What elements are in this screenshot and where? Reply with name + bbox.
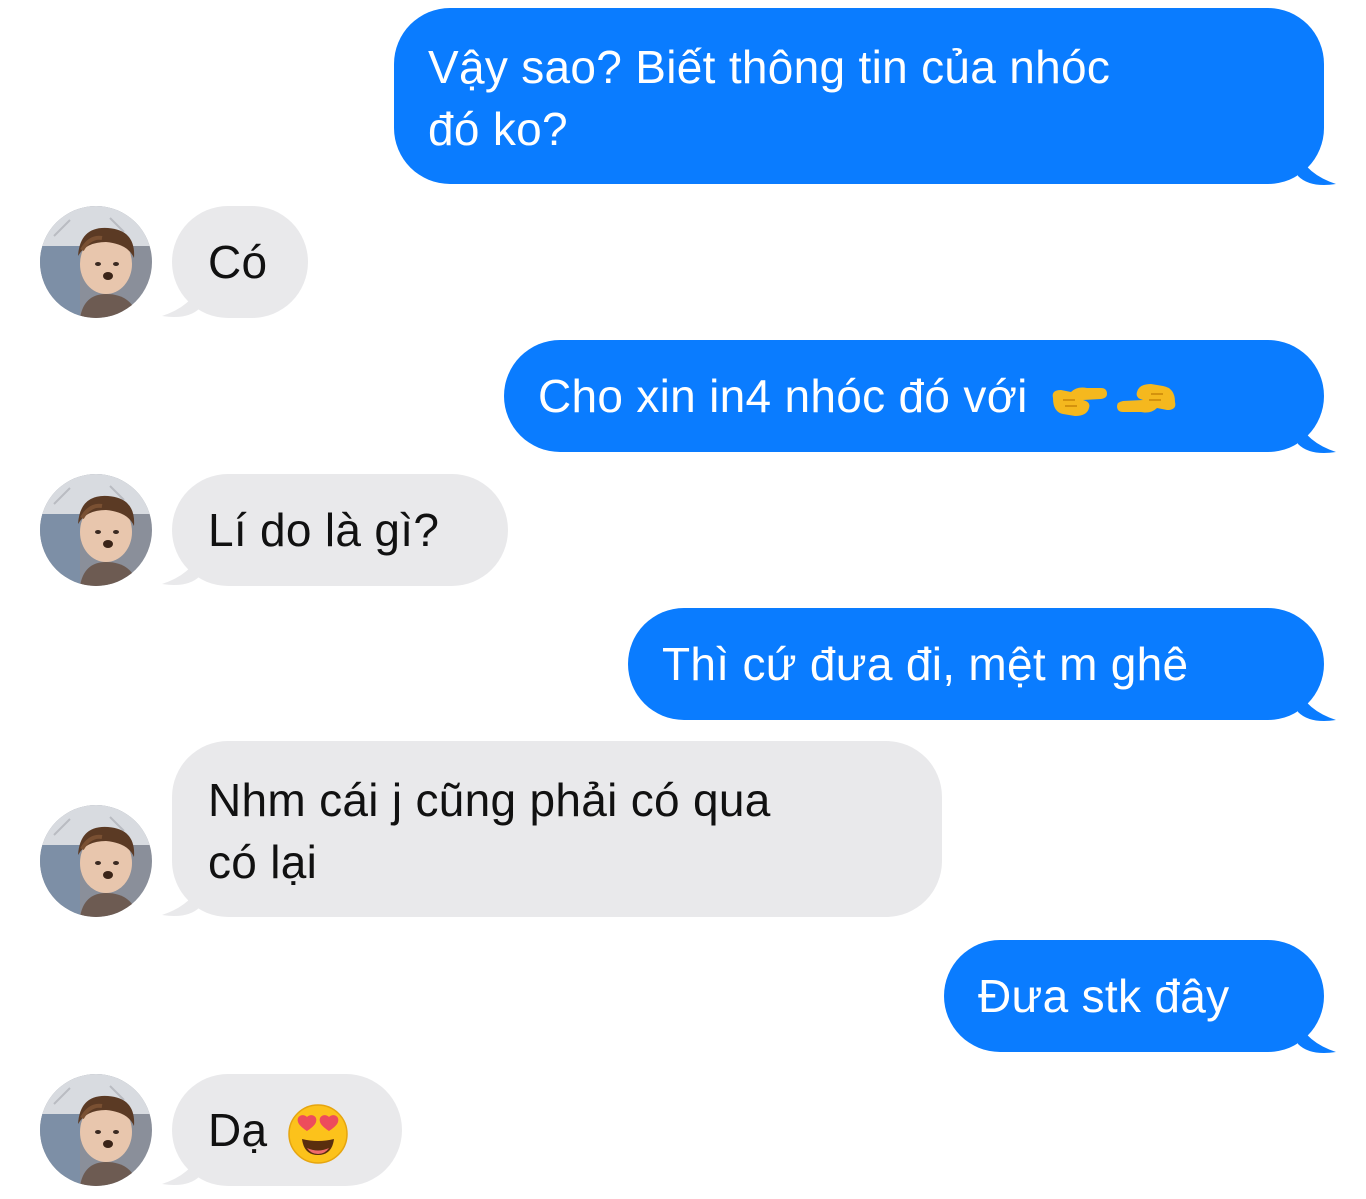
message-bubble[interactable]: Dạ xyxy=(172,1074,402,1186)
message-text-line: đó ko? xyxy=(428,103,568,155)
message-bubble[interactable]: Cho xin in4 nhóc đó với xyxy=(504,340,1324,452)
bubble-tail-icon xyxy=(1298,420,1336,453)
bubble-tail-icon xyxy=(162,552,200,585)
avatar[interactable] xyxy=(40,206,152,318)
message-text-line: Vậy sao? Biết thông tin của nhóc xyxy=(428,41,1111,93)
chat-thread[interactable]: Vậy sao? Biết thông tin của nhóc đó ko? … xyxy=(0,0,1366,1199)
avatar[interactable] xyxy=(40,474,152,586)
avatar-photo xyxy=(40,474,152,586)
bubble-tail-icon xyxy=(1298,688,1336,721)
message-bubble[interactable]: Đưa stk đây xyxy=(944,940,1324,1052)
message-bubble[interactable]: Vậy sao? Biết thông tin của nhóc đó ko? xyxy=(394,8,1324,184)
bubble-tail-icon xyxy=(162,1152,200,1185)
message-bubble[interactable]: Thì cứ đưa đi, mệt m ghê xyxy=(628,608,1324,720)
message-text-line: Dạ xyxy=(208,1104,268,1156)
avatar[interactable] xyxy=(40,1074,152,1186)
avatar-photo xyxy=(40,805,152,917)
message-text-line: có lại xyxy=(208,836,318,888)
message-text-line: Thì cứ đưa đi, mệt m ghê xyxy=(662,638,1189,690)
message-text-line: Có xyxy=(208,236,268,288)
bubble-tail-icon xyxy=(162,883,200,916)
bubble-tail-icon xyxy=(1298,152,1336,185)
avatar-photo xyxy=(40,1074,152,1186)
avatar[interactable] xyxy=(40,805,152,917)
message-bubble[interactable]: Nhm cái j cũng phải có qua có lại xyxy=(172,741,942,917)
message-bubble[interactable]: Lí do là gì? xyxy=(172,474,508,586)
message-text-line: Đưa stk đây xyxy=(978,970,1230,1022)
bubble-tail-icon xyxy=(162,284,200,317)
bubble-tail-icon xyxy=(1298,1020,1336,1053)
backhand-index-pointing-icons xyxy=(1052,383,1176,416)
message-text-line: Cho xin in4 nhóc đó với xyxy=(538,370,1028,422)
message-text-line: Lí do là gì? xyxy=(208,504,440,556)
message-text-line: Nhm cái j cũng phải có qua xyxy=(208,774,771,826)
avatar-photo xyxy=(40,206,152,318)
heart-eyes-emoji-icon xyxy=(287,1104,348,1164)
